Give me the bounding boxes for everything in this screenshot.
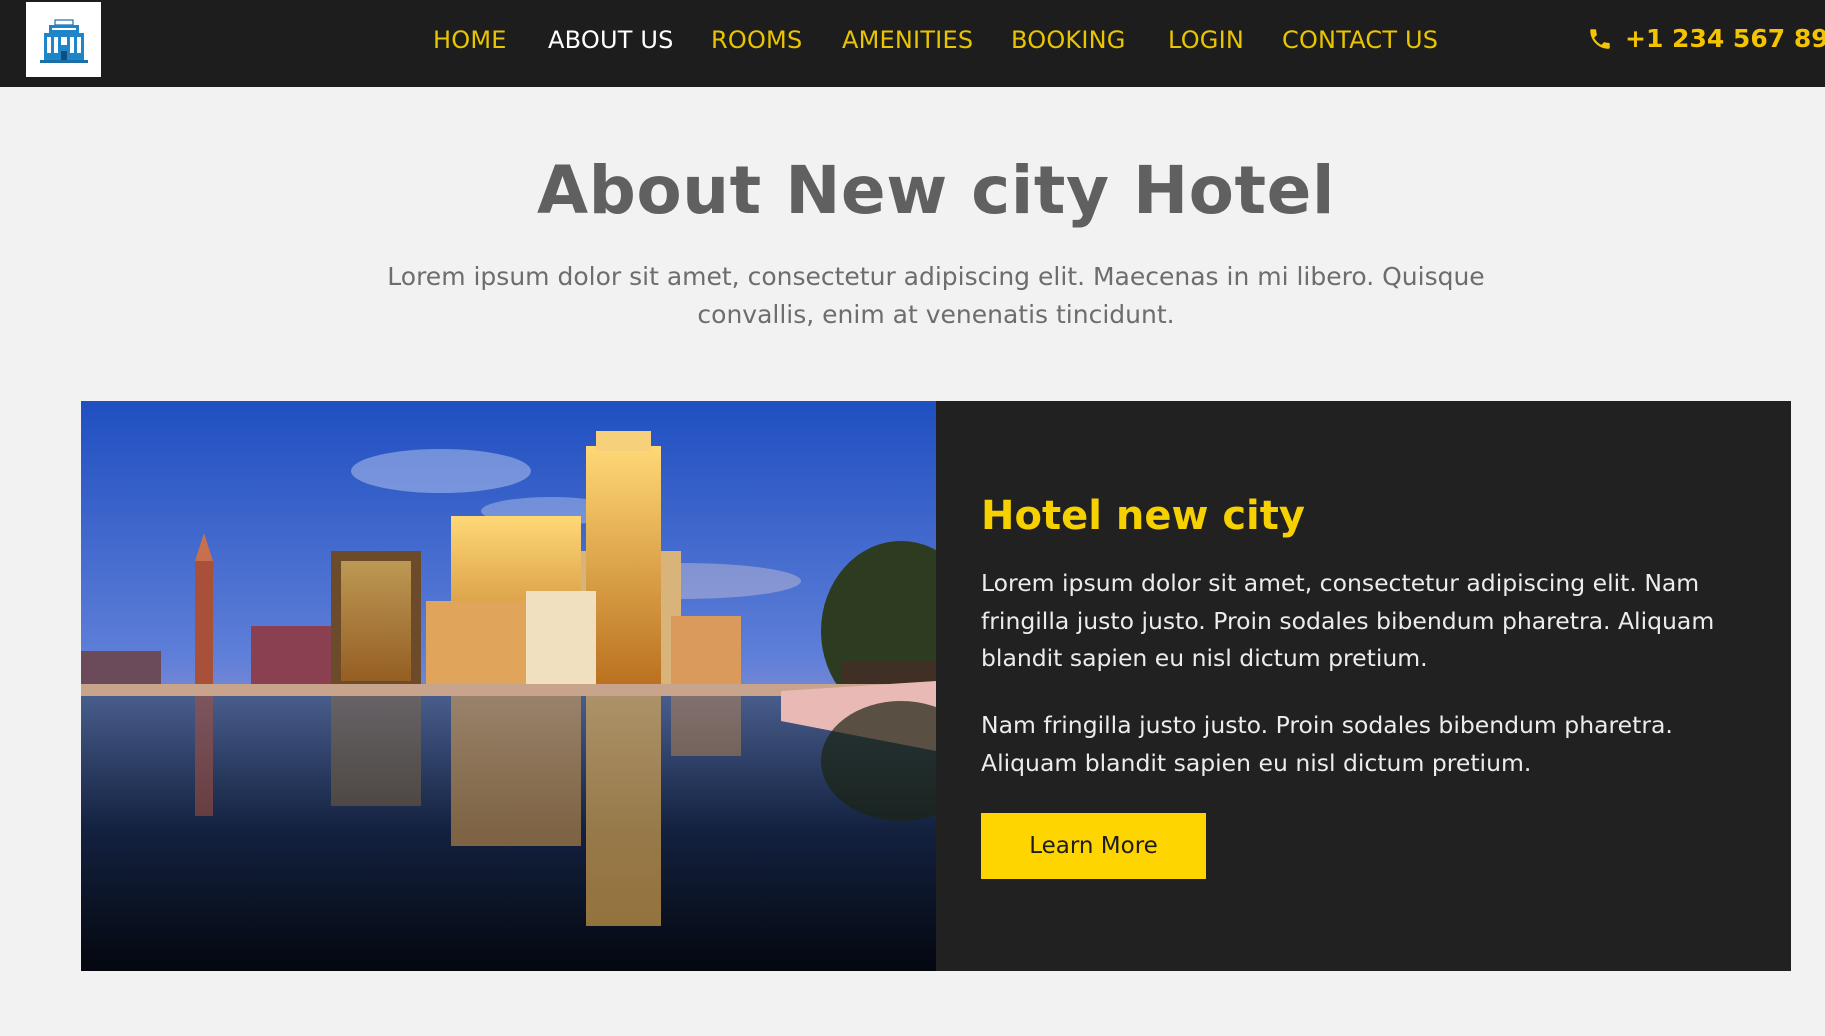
hotel-night-skyline-image — [81, 401, 936, 971]
page-title: About New city Hotel — [537, 152, 1335, 229]
nav-login[interactable]: LOGIN — [1168, 26, 1244, 54]
feature-text-panel: Hotel new city Lorem ipsum dolor sit ame… — [936, 401, 1791, 971]
nav-booking[interactable]: BOOKING — [1011, 26, 1126, 54]
feature-paragraph-2: Nam fringilla justo justo. Proin sodales… — [981, 711, 1673, 777]
feature-heading: Hotel new city — [981, 493, 1305, 539]
phone-number: +1 234 567 890 — [1625, 24, 1825, 53]
intro-text: Lorem ipsum dolor sit amet, consectetur … — [387, 262, 1485, 329]
phone-icon — [1590, 28, 1610, 49]
nav-amenities[interactable]: AMENITIES — [842, 26, 973, 54]
feature-paragraph-1: Lorem ipsum dolor sit amet, consectetur … — [981, 569, 1715, 672]
hotel-feature-section: Hotel new city Lorem ipsum dolor sit ame… — [81, 401, 1791, 971]
phone-link[interactable]: +1 234 567 890 — [1587, 24, 1825, 53]
main-nav: HOME ABOUT US ROOMS AMENITIES BOOKING LO… — [0, 0, 1825, 84]
nav-about-us[interactable]: ABOUT US — [548, 26, 674, 54]
nav-home[interactable]: HOME — [433, 26, 507, 54]
learn-more-button[interactable]: Learn More — [981, 813, 1206, 879]
site-header: HOME ABOUT US ROOMS AMENITIES BOOKING LO… — [0, 0, 1825, 87]
nav-rooms[interactable]: ROOMS — [711, 26, 802, 54]
nav-contact-us[interactable]: CONTACT US — [1282, 26, 1438, 54]
